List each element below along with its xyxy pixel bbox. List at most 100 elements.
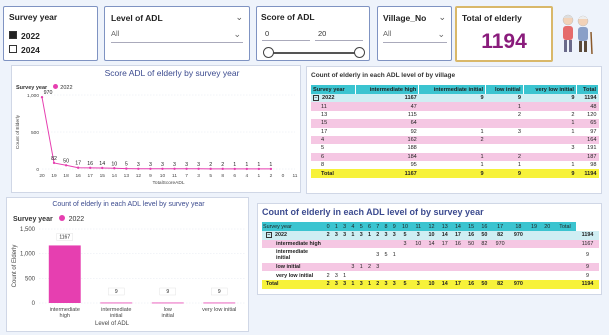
table-cell: 9 xyxy=(576,248,599,263)
x-tick-label: 14 xyxy=(112,173,118,179)
table-cell: 2 xyxy=(485,110,523,120)
table-cell xyxy=(348,271,358,280)
column-header: 18 xyxy=(509,222,528,231)
score-table-title: Count of elderly in each ADL level of by… xyxy=(262,207,484,217)
bar xyxy=(151,302,184,304)
data-label: 3 xyxy=(185,162,188,168)
column-header: 11 xyxy=(411,222,425,231)
table-cell: 970 xyxy=(509,279,528,289)
group-label[interactable]: −2022 xyxy=(311,94,356,103)
table-cell: Total xyxy=(311,169,356,178)
row-label-text: intermediate initial xyxy=(276,249,309,262)
table-cell: 970 xyxy=(509,231,528,240)
table-cell: 6 xyxy=(311,152,356,161)
table-cell xyxy=(324,262,333,272)
table-cell xyxy=(390,271,399,280)
table-cell: 13 xyxy=(311,110,356,120)
table-cell: 65 xyxy=(576,119,599,128)
row-label: intermediate initial xyxy=(262,248,324,263)
table-cell: 1 xyxy=(485,102,523,111)
table-cell xyxy=(373,271,382,280)
data-label: 50 xyxy=(63,158,69,164)
table-cell xyxy=(540,262,554,272)
table-cell: 82 xyxy=(491,231,510,240)
table-cell: 50 xyxy=(464,239,478,249)
table-cell: 3 xyxy=(340,231,349,240)
score-adl-chart-card: Score ADL of elderly by survey year Surv… xyxy=(11,65,301,193)
bar-legend-dot xyxy=(58,215,65,221)
kpi-title: Total of elderly xyxy=(462,13,522,23)
score-range-handle-min[interactable] xyxy=(263,47,274,58)
score-range-track[interactable] xyxy=(267,52,361,54)
x-tick-label: high xyxy=(60,313,70,319)
table-cell: 48 xyxy=(576,102,599,111)
x-tick-label: 13 xyxy=(124,173,130,179)
data-label: 16 xyxy=(87,161,93,167)
data-label: 3 xyxy=(137,162,140,168)
data-point xyxy=(64,164,68,167)
table-cell: 50 xyxy=(477,279,492,289)
y-tick-label: 1,000 xyxy=(27,93,39,99)
level-adl-dropdown[interactable]: All ⌄ xyxy=(111,29,243,43)
bar xyxy=(48,245,81,303)
data-label: 1 xyxy=(245,162,248,168)
table-cell xyxy=(523,135,577,145)
table-cell: 92 xyxy=(355,127,419,136)
checkbox-2024[interactable] xyxy=(9,44,17,53)
table-group-row[interactable]: −2022 1167 9 9 9 1194 xyxy=(311,94,599,103)
table-cell: 9 xyxy=(418,94,486,103)
table-cell xyxy=(553,279,577,289)
table-cell: 1 xyxy=(348,231,358,240)
village-dropdown[interactable]: All ⌄ xyxy=(383,29,447,43)
x-tick-label: 9 xyxy=(149,173,152,179)
series-line-2022 xyxy=(41,97,271,170)
table-cell xyxy=(485,144,523,153)
data-label: 970 xyxy=(44,90,53,96)
table-cell xyxy=(527,239,541,249)
data-point xyxy=(245,167,249,171)
table-cell: 9 xyxy=(523,169,577,178)
survey-year-option-2024[interactable]: 2024 xyxy=(9,40,40,58)
table-cell: 2 xyxy=(373,231,382,240)
column-header: 12 xyxy=(424,222,439,231)
score-max-input[interactable]: 20 xyxy=(315,27,363,41)
table-row: intermediate initial 3 5 1 9 xyxy=(262,248,599,263)
table-cell: 3 xyxy=(390,231,399,240)
table-cell xyxy=(424,248,439,263)
data-point xyxy=(137,167,140,170)
table-cell: 1 xyxy=(523,119,577,128)
table-cell xyxy=(451,262,465,272)
chevron-down-icon[interactable]: ⌄ xyxy=(235,12,243,23)
x-tick-label: 15 xyxy=(100,173,106,179)
table-cell: 3 xyxy=(485,127,523,136)
collapse-icon[interactable]: − xyxy=(266,232,272,239)
table-cell: 1 xyxy=(418,127,486,136)
column-header: Total xyxy=(553,222,577,231)
table-cell xyxy=(424,271,439,280)
x-tick-label: 18 xyxy=(63,173,69,179)
elderly-couple-icon xyxy=(562,14,593,55)
table-cell: 1194 xyxy=(576,94,599,103)
table-cell xyxy=(523,102,577,111)
chevron-down-icon[interactable]: ⌄ xyxy=(438,12,446,23)
table-cell xyxy=(485,135,523,145)
score-range-handle-max[interactable] xyxy=(354,47,365,58)
table-cell: 1 xyxy=(523,161,577,170)
score-min-input[interactable]: 0 xyxy=(262,27,310,41)
row-label: Total xyxy=(262,279,324,289)
row-label-text: low initial xyxy=(276,264,301,271)
table-cell: 10 xyxy=(411,239,425,249)
collapse-icon[interactable]: − xyxy=(313,95,319,102)
table-row: 15 64 1 65 xyxy=(311,119,599,128)
x-tick-label: 1 xyxy=(258,173,261,179)
bar xyxy=(203,302,236,304)
table-cell xyxy=(357,248,366,263)
checkbox-2022[interactable] xyxy=(9,30,17,39)
table-cell: 9 xyxy=(576,262,599,272)
column-header: Survey year xyxy=(311,85,356,94)
table-cell: 3 xyxy=(411,231,425,240)
x-tick-label: 20 xyxy=(39,173,45,179)
row-label[interactable]: −2022 xyxy=(262,231,324,240)
row-label: intermediate high xyxy=(262,239,324,249)
table-cell xyxy=(527,271,541,280)
